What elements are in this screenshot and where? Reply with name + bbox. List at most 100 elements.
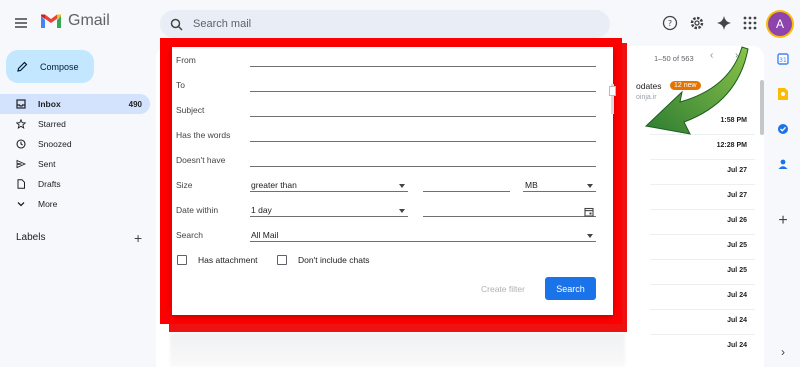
- add-label-plus-icon[interactable]: +: [134, 230, 142, 246]
- search-button[interactable]: Search: [545, 277, 596, 300]
- tasks-app-icon[interactable]: [776, 122, 790, 136]
- contacts-app-icon[interactable]: [776, 157, 790, 171]
- gemini-sparkle-icon[interactable]: [715, 14, 733, 32]
- advanced-search-dialog: [172, 47, 613, 315]
- mail-date: 12:28 PM: [716, 142, 747, 149]
- star-icon: [16, 119, 26, 129]
- mail-date: Jul 27: [727, 167, 747, 174]
- clock-icon: [16, 139, 26, 149]
- sidebar-item-more[interactable]: More: [0, 194, 150, 214]
- green-arrow-annotation: [644, 46, 749, 135]
- row-divider: [650, 159, 755, 160]
- inbox-count: 490: [128, 99, 142, 109]
- page-scrollbar[interactable]: [760, 80, 764, 135]
- create-filter-button[interactable]: Create filter: [481, 284, 525, 294]
- search-scope-dropdown-icon[interactable]: [587, 234, 593, 238]
- side-panel-chevron-right-icon[interactable]: ›: [776, 345, 790, 359]
- svg-text:31: 31: [779, 57, 787, 64]
- add-app-plus-icon[interactable]: +: [776, 212, 790, 229]
- size-label: Size: [176, 180, 193, 190]
- size-unit-select[interactable]: MB: [525, 180, 538, 190]
- has-words-label: Has the words: [176, 130, 231, 140]
- size-value-field[interactable]: [423, 191, 510, 192]
- row-divider: [650, 334, 755, 335]
- sidebar-item-label: Inbox: [38, 99, 61, 109]
- has-words-field[interactable]: [250, 141, 596, 142]
- sidebar-item-label: More: [38, 199, 58, 209]
- row-divider: [650, 209, 755, 210]
- to-label: To: [176, 80, 185, 90]
- labels-heading: Labels: [16, 232, 46, 243]
- date-within-label: Date within: [176, 205, 219, 215]
- settings-gear-icon[interactable]: [688, 14, 706, 32]
- size-unit-dropdown-icon[interactable]: [587, 184, 593, 188]
- mail-date: Jul 25: [727, 267, 747, 274]
- sidebar-item-sent[interactable]: Sent: [0, 154, 150, 174]
- app-name: Gmail: [68, 12, 110, 29]
- send-icon: [16, 159, 26, 169]
- size-operator-underline: [250, 191, 408, 192]
- date-field[interactable]: [423, 216, 596, 217]
- date-range-underline: [250, 216, 408, 217]
- draft-icon: [16, 179, 26, 189]
- help-icon[interactable]: ?: [661, 14, 679, 32]
- apps-grid-icon[interactable]: [741, 14, 759, 32]
- svg-text:?: ?: [668, 19, 672, 28]
- keep-app-icon[interactable]: [776, 87, 790, 101]
- sidebar-item-starred[interactable]: Starred: [0, 114, 150, 134]
- mail-date: Jul 25: [727, 242, 747, 249]
- exclude-chats-checkbox[interactable]: [277, 255, 287, 265]
- sidebar-item-label: Starred: [38, 119, 66, 129]
- from-field[interactable]: [250, 66, 596, 67]
- sidebar-item-inbox[interactable]: Inbox 490: [0, 94, 150, 114]
- calendar-icon[interactable]: [584, 204, 594, 222]
- date-range-select[interactable]: 1 day: [251, 205, 272, 215]
- blurred-mail-rows: [170, 333, 625, 367]
- chevron-down-icon: [16, 199, 26, 209]
- from-label: From: [176, 55, 196, 65]
- gmail-logo[interactable]: Gmail: [40, 12, 110, 30]
- subject-label: Subject: [176, 105, 205, 115]
- to-field[interactable]: [250, 91, 596, 92]
- row-divider: [650, 184, 755, 185]
- size-operator-dropdown-icon[interactable]: [399, 184, 405, 188]
- has-attachment-checkbox[interactable]: [177, 255, 187, 265]
- mail-date: Jul 24: [727, 292, 747, 299]
- search-scope-underline: [250, 241, 596, 242]
- mail-date: Jul 24: [727, 317, 747, 324]
- sidebar-item-drafts[interactable]: Drafts: [0, 174, 150, 194]
- subject-field[interactable]: [250, 116, 596, 117]
- gmail-m-icon: [41, 14, 61, 28]
- date-range-dropdown-icon[interactable]: [399, 209, 405, 213]
- search-bar[interactable]: [160, 10, 610, 38]
- exclude-chats-label: Don't include chats: [298, 255, 370, 265]
- main-menu-icon[interactable]: [12, 14, 32, 34]
- row-divider: [650, 234, 755, 235]
- search-scope-select[interactable]: All Mail: [251, 230, 278, 240]
- inbox-icon: [16, 99, 26, 109]
- size-operator-select[interactable]: greater than: [251, 180, 297, 190]
- row-divider: [650, 284, 755, 285]
- calendar-app-icon[interactable]: 31: [776, 52, 790, 66]
- sidebar-item-label: Sent: [38, 159, 56, 169]
- has-attachment-label: Has attachment: [198, 255, 258, 265]
- doesnt-have-label: Doesn't have: [176, 155, 226, 165]
- row-divider: [650, 309, 755, 310]
- search-input[interactable]: [193, 18, 573, 30]
- pencil-icon: [17, 61, 28, 72]
- mail-date: Jul 24: [727, 342, 747, 349]
- row-divider: [650, 259, 755, 260]
- sidebar-item-label: Drafts: [38, 179, 61, 189]
- compose-label: Compose: [40, 61, 79, 72]
- mail-date: Jul 27: [727, 192, 747, 199]
- sidebar-item-snoozed[interactable]: Snoozed: [0, 134, 150, 154]
- compose-button[interactable]: Compose: [6, 50, 94, 83]
- sidebar-item-label: Snoozed: [38, 139, 72, 149]
- account-avatar[interactable]: A: [768, 12, 792, 36]
- search-icon[interactable]: [170, 18, 183, 31]
- mail-date: Jul 26: [727, 217, 747, 224]
- dialog-scroll-handle[interactable]: [609, 86, 616, 96]
- search-scope-label: Search: [176, 230, 203, 240]
- doesnt-have-field[interactable]: [250, 166, 596, 167]
- size-unit-underline: [523, 191, 596, 192]
